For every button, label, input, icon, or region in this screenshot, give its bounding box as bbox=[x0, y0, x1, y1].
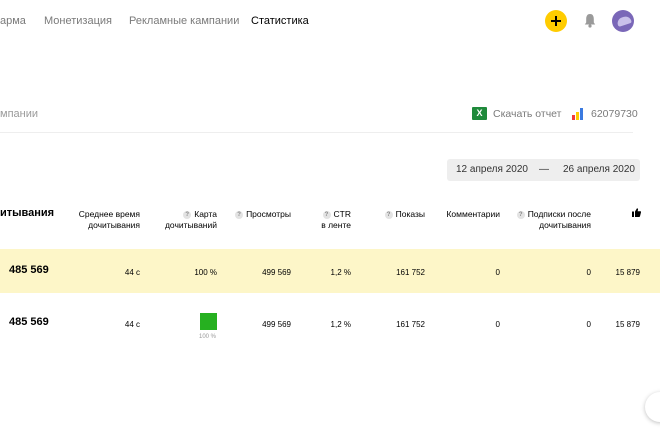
column-header-subscriptions[interactable]: ? Подписки после дочитывания bbox=[516, 209, 591, 231]
cell-ctr: 1,2 % bbox=[330, 268, 351, 277]
date-range-picker[interactable]: 12 апреля 2020 — 26 апреля 2020 bbox=[447, 159, 640, 181]
cell-ctr: 1,2 % bbox=[330, 320, 351, 329]
cell-likes: 15 879 bbox=[615, 320, 640, 329]
cell-subscriptions: 0 bbox=[586, 320, 591, 329]
floating-action-button[interactable] bbox=[645, 392, 660, 422]
help-icon[interactable]: ? bbox=[322, 211, 331, 219]
cell-avg-time: 44 с bbox=[124, 320, 140, 329]
cell-read-map: 100 % bbox=[194, 268, 217, 277]
counter-id[interactable]: 62079730 bbox=[591, 108, 638, 120]
cell-comments: 0 bbox=[495, 268, 500, 277]
column-header-views[interactable]: ? Просмотры bbox=[235, 209, 291, 220]
cell-comments: 0 bbox=[495, 320, 500, 329]
column-header-ctr[interactable]: ? CTR в ленте bbox=[321, 209, 351, 231]
column-header-label: Показы bbox=[395, 209, 425, 219]
date-separator: — bbox=[539, 164, 549, 175]
help-icon[interactable]: ? bbox=[183, 211, 192, 219]
column-header-label: Карта дочитываний bbox=[164, 209, 217, 230]
cell-impressions: 161 752 bbox=[396, 320, 425, 329]
column-header-label: Просмотры bbox=[246, 209, 291, 219]
cell-avg-time: 44 с bbox=[124, 268, 140, 277]
column-header-read-map[interactable]: ? Карта дочитываний bbox=[165, 209, 217, 231]
nav-item-monetization[interactable]: Монетизация bbox=[44, 15, 112, 27]
column-header-label: Комментарии bbox=[446, 209, 500, 219]
nav-item-statistics[interactable]: Статистика bbox=[251, 15, 309, 27]
read-map-heat-cell[interactable] bbox=[200, 313, 217, 330]
column-header-reads: итывания bbox=[0, 207, 55, 219]
excel-icon[interactable]: X bbox=[472, 107, 487, 120]
column-header-avg-time[interactable]: Среднее время дочитывания bbox=[79, 209, 140, 231]
thumbs-up-icon[interactable] bbox=[632, 208, 641, 217]
help-icon[interactable]: ? bbox=[384, 211, 393, 219]
top-nav: арма Монетизация Рекламные кампании Стат… bbox=[0, 0, 660, 44]
nav-item-ad-campaigns[interactable]: Рекламные кампании bbox=[129, 15, 239, 27]
bell-icon[interactable] bbox=[584, 13, 596, 28]
row-main-value: 485 569 bbox=[9, 316, 49, 328]
cell-views: 499 569 bbox=[262, 268, 291, 277]
cell-impressions: 161 752 bbox=[396, 268, 425, 277]
cell-views: 499 569 bbox=[262, 320, 291, 329]
help-icon[interactable]: ? bbox=[235, 211, 244, 219]
nav-item-farm[interactable]: арма bbox=[0, 15, 26, 27]
read-map-percent: 100 % bbox=[199, 334, 217, 340]
avatar[interactable] bbox=[612, 10, 634, 32]
date-to[interactable]: 26 апреля 2020 bbox=[563, 164, 635, 175]
row-main-value: 485 569 bbox=[9, 264, 49, 276]
page-title: мпании bbox=[0, 108, 39, 120]
divider bbox=[0, 132, 633, 133]
cell-subscriptions: 0 bbox=[586, 268, 591, 277]
help-icon[interactable]: ? bbox=[516, 211, 525, 219]
date-from[interactable]: 12 апреля 2020 bbox=[456, 164, 528, 175]
column-header-label: Подписки после дочитывания bbox=[527, 209, 591, 230]
stats-bar-icon bbox=[572, 108, 583, 120]
column-header-label: Среднее время дочитывания bbox=[78, 209, 140, 230]
cell-likes: 15 879 bbox=[615, 268, 640, 277]
create-button[interactable] bbox=[545, 10, 567, 32]
column-header-impressions[interactable]: ? Показы bbox=[384, 209, 425, 220]
column-header-comments[interactable]: Комментарии bbox=[446, 209, 500, 220]
export-report-link[interactable]: Скачать отчет bbox=[493, 108, 561, 120]
